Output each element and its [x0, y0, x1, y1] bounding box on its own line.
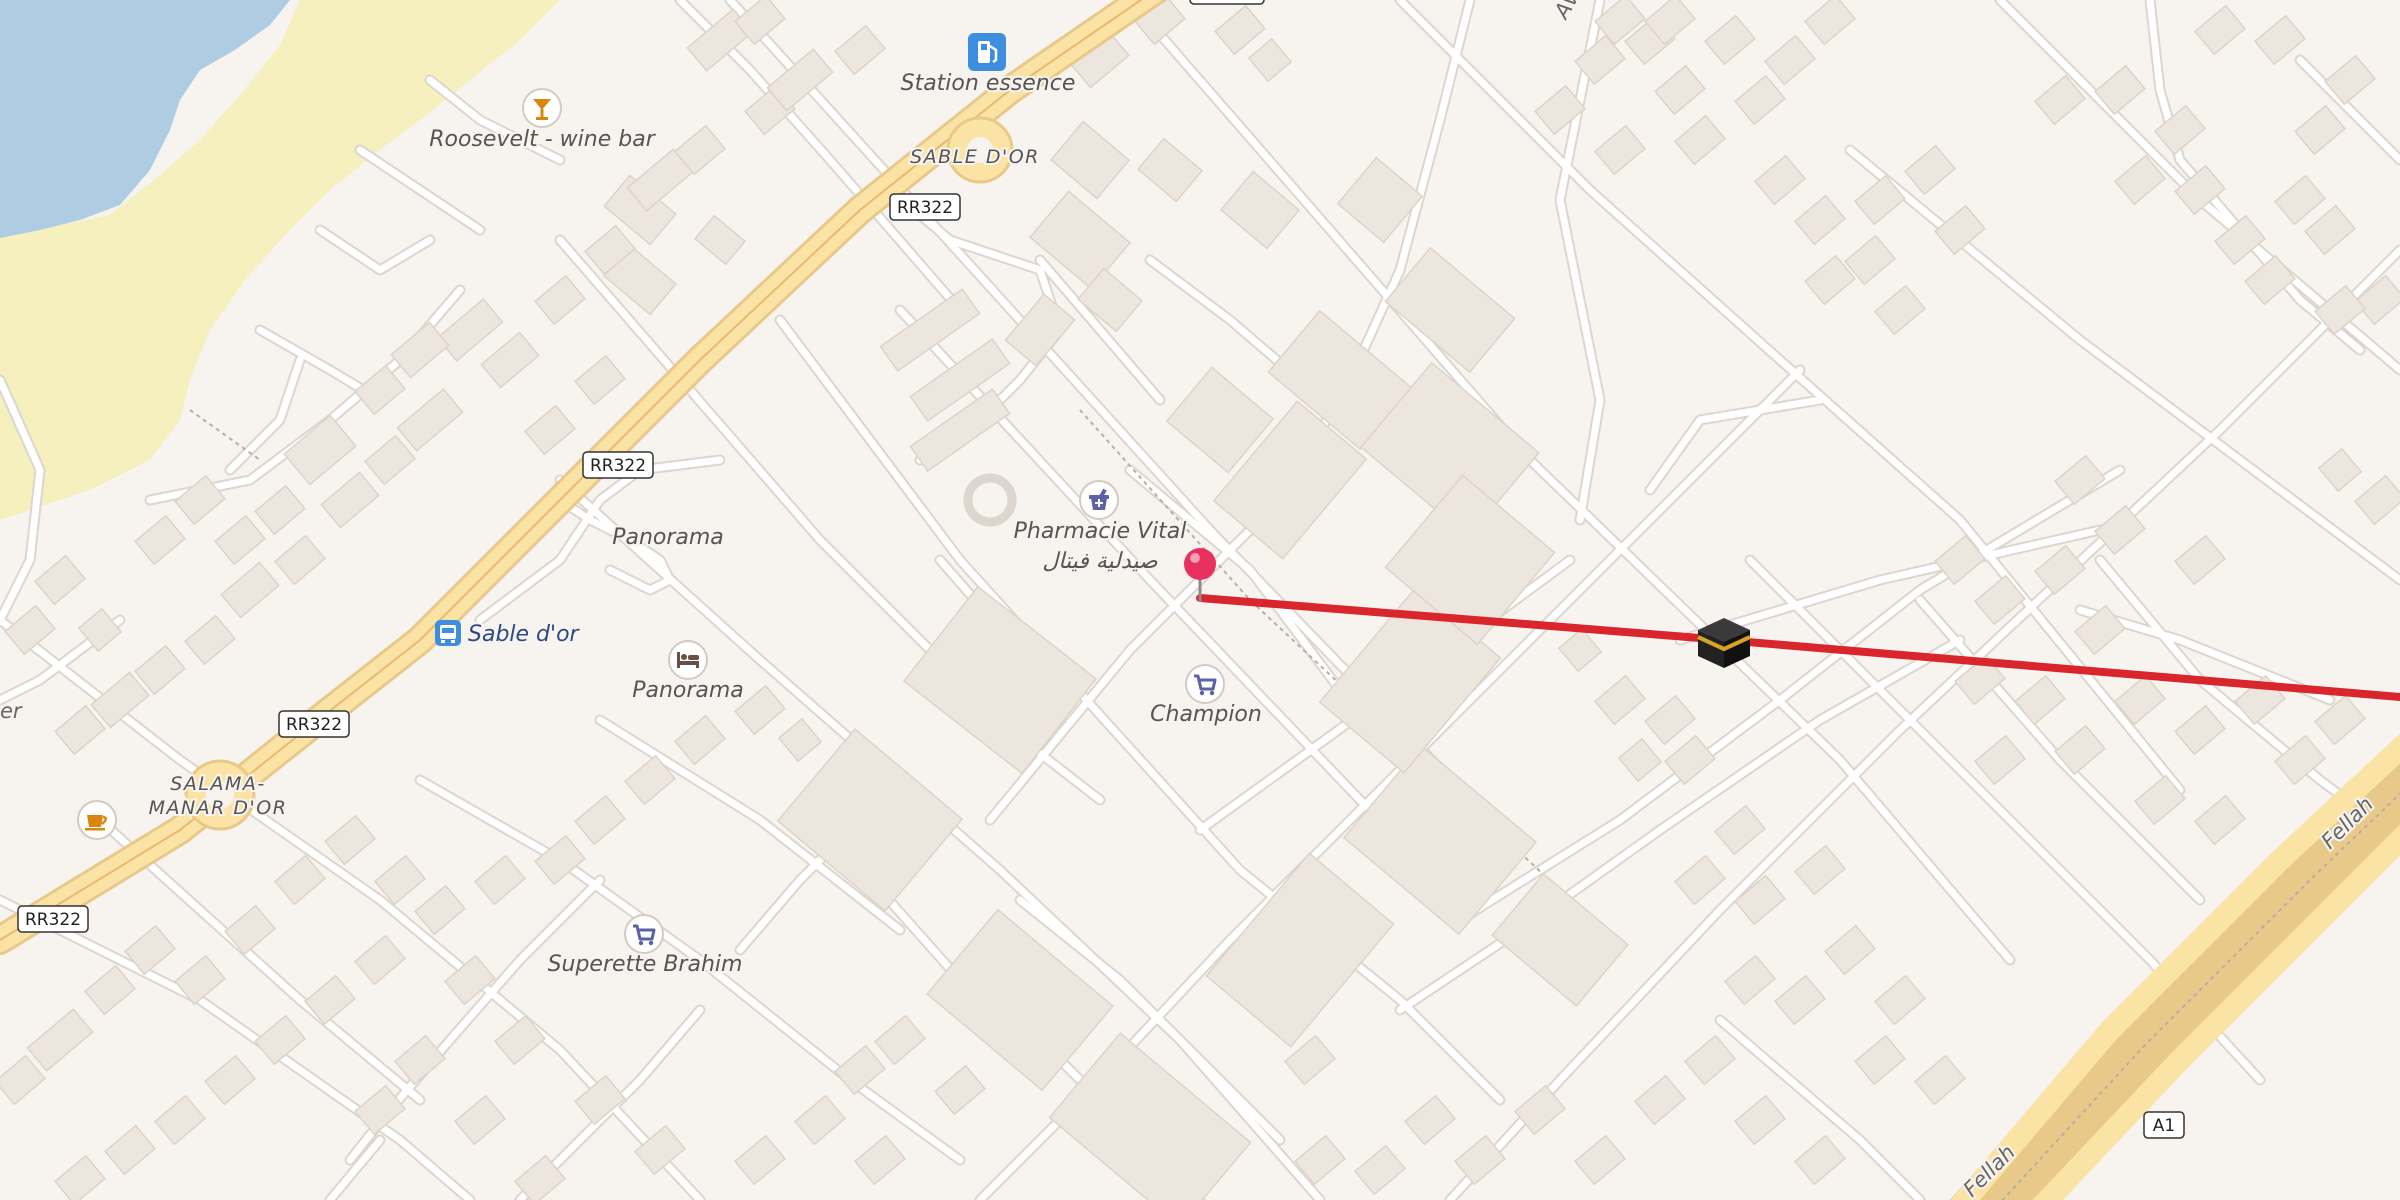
label-salama-2: MANAR D'OR [149, 797, 288, 819]
label-panorama-1: Panorama [612, 525, 724, 550]
label-champion: Champion [1150, 702, 1262, 727]
shield-a1: A1 [2143, 1111, 2185, 1139]
label-pharmacy: Pharmacie Vital [1014, 519, 1187, 544]
shield-rr322-left: RR322 [17, 905, 89, 933]
shopping-cart-icon[interactable] [1185, 664, 1225, 704]
label-pharmacy-arabic: صيدلية فيتال [1042, 549, 1158, 574]
svg-text:RR322: RR322 [286, 715, 342, 735]
fuel-icon[interactable] [968, 33, 1006, 71]
shield-rr322-low: RR322 [278, 710, 350, 738]
shield-rr322-top: RR322 [889, 193, 961, 221]
svg-text:RR322: RR322 [590, 456, 646, 476]
svg-text:RR322: RR322 [25, 910, 81, 930]
coffee-cup-icon[interactable] [77, 800, 117, 840]
label-winebar: Roosevelt - wine bar [429, 127, 656, 152]
roundabout [963, 473, 1017, 527]
shield-rr322-mid: RR322 [582, 451, 654, 479]
label-sable-dor: SABLE D'OR [910, 146, 1040, 168]
svg-text:RR322: RR322 [897, 198, 953, 218]
pharmacy-icon[interactable] [1079, 480, 1119, 520]
shield-top-partial [1189, 0, 1265, 5]
cocktail-icon[interactable] [522, 88, 562, 128]
label-station: Station essence [901, 71, 1076, 96]
label-superette: Superette Brahim [548, 952, 743, 977]
bus-icon[interactable] [435, 620, 461, 646]
label-salama-1: SALAMA- [170, 773, 265, 795]
label-panorama-2: Panorama [632, 678, 744, 703]
shopping-cart-icon[interactable] [624, 914, 664, 954]
map-canvas[interactable]: RR322 RR322 RR322 RR322 A1 Station essen… [0, 0, 2400, 1200]
label-bus-stop: Sable d'or [468, 622, 581, 647]
svg-text:A1: A1 [2153, 1116, 2175, 1136]
bed-icon[interactable] [668, 640, 708, 680]
label-street-partial: er [0, 699, 23, 723]
